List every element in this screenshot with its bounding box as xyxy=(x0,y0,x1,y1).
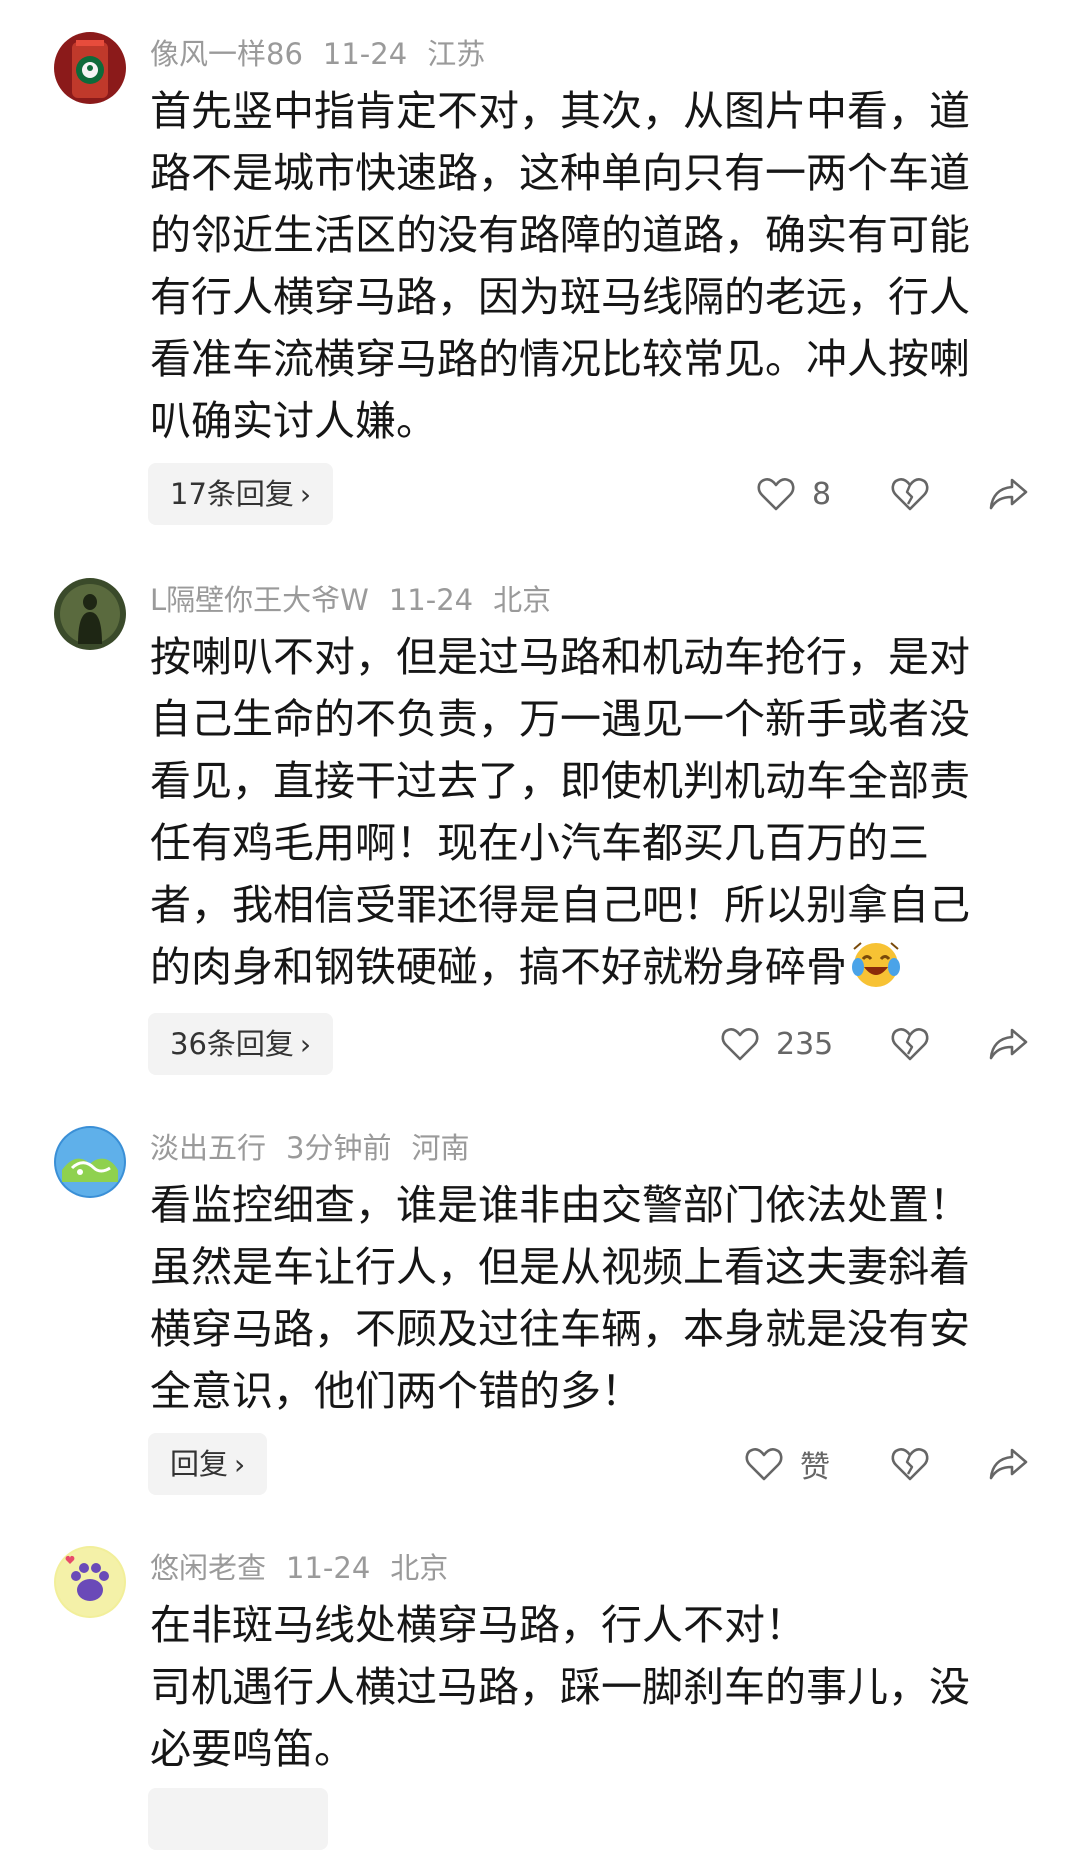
avatar[interactable] xyxy=(54,578,126,650)
avatar[interactable] xyxy=(54,32,126,104)
reply-count-label: 17条回复 xyxy=(170,477,294,511)
username[interactable]: L隔壁你王大爷W xyxy=(150,583,369,617)
username[interactable]: 淡出五行 xyxy=(150,1131,266,1165)
share-button[interactable] xyxy=(986,1439,1030,1489)
view-replies-button[interactable]: 17条回复 › xyxy=(148,463,334,525)
comment-text: 看监控细查，谁是谁非由交警部门依法处置！ 虽然是车让行人，但是从视频上看这夫妻斜… xyxy=(150,1181,970,1415)
comment-meta: 像风一样86 11-24 江苏 xyxy=(150,35,505,73)
share-arrow-icon xyxy=(989,478,1028,510)
dislike-button[interactable] xyxy=(888,1439,932,1489)
comment-location: 北京 xyxy=(493,583,552,617)
reply-button[interactable]: 回复 › xyxy=(148,1433,268,1495)
like-label: 赞 xyxy=(800,1450,830,1485)
reply-label: 回复 xyxy=(170,1447,229,1481)
comment-location: 江苏 xyxy=(427,37,486,71)
dislike-button[interactable] xyxy=(888,1019,932,1069)
like-button[interactable]: 赞 xyxy=(742,1439,830,1489)
comment-meta: L隔壁你王大爷W 11-24 北京 xyxy=(150,581,571,619)
heart-icon xyxy=(757,478,795,511)
comment-location: 北京 xyxy=(390,1551,449,1585)
avatar[interactable] xyxy=(54,1546,126,1618)
heart-icon xyxy=(745,1448,783,1481)
broken-heart-icon xyxy=(891,1028,929,1061)
reply-count-label: 36条回复 xyxy=(170,1027,294,1061)
dislike-button[interactable] xyxy=(888,469,932,519)
username[interactable]: 悠闲老查 xyxy=(150,1551,266,1585)
comment-text: 在非斑马线处横穿马路，行人不对！ 司机遇行人横过马路，踩一脚刹车的事儿，没 必要… xyxy=(150,1601,970,1773)
like-button[interactable]: 8 xyxy=(754,469,831,519)
comment-meta: 悠闲老查 11-24 北京 xyxy=(150,1549,468,1587)
share-arrow-icon xyxy=(989,1028,1028,1060)
broken-heart-icon xyxy=(891,478,929,511)
comment-meta: 淡出五行 3分钟前 河南 xyxy=(150,1129,489,1167)
reply-button-partial[interactable] xyxy=(148,1788,328,1850)
like-count: 235 xyxy=(776,1026,834,1062)
share-arrow-icon xyxy=(989,1448,1028,1480)
chevron-right-icon: › xyxy=(299,478,312,511)
comment-time: 11-24 xyxy=(388,583,474,617)
comment-text: 按喇叭不对，但是过马路和机动车抢行，是对 自己生命的不负责，万一遇见一个新手或者… xyxy=(150,626,1010,998)
username[interactable]: 像风一样86 xyxy=(150,37,303,71)
comment-text-content: 按喇叭不对，但是过马路和机动车抢行，是对 自己生命的不负责，万一遇见一个新手或者… xyxy=(150,633,970,991)
comment-time: 11-24 xyxy=(322,37,408,71)
comment-text: 首先竖中指肯定不对，其次，从图片中看，道 路不是城市快速路，这种单向只有一两个车… xyxy=(150,87,970,445)
comment-location: 河南 xyxy=(411,1131,470,1165)
broken-heart-icon xyxy=(891,1448,929,1481)
view-replies-button[interactable]: 36条回复 › xyxy=(148,1013,334,1075)
avatar[interactable] xyxy=(54,1126,126,1198)
like-count: 8 xyxy=(812,476,832,512)
share-button[interactable] xyxy=(986,1019,1030,1069)
chevron-right-icon: › xyxy=(234,1448,246,1481)
share-button[interactable] xyxy=(986,469,1030,519)
comment-time: 11-24 xyxy=(286,1551,371,1585)
chevron-right-icon: › xyxy=(299,1028,312,1061)
like-button[interactable]: 235 xyxy=(718,1019,833,1069)
laughing-crying-emoji-icon xyxy=(849,937,903,991)
comment-time: 3分钟前 xyxy=(286,1131,392,1165)
heart-icon xyxy=(721,1028,759,1061)
